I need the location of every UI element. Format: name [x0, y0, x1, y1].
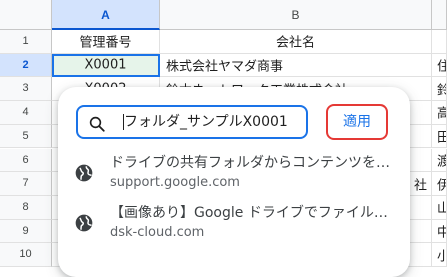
row-header[interactable]: 10 — [0, 243, 52, 267]
cell-b[interactable]: 会社名 — [160, 30, 432, 54]
cell-c[interactable] — [432, 30, 447, 54]
row-header[interactable]: 4 — [0, 101, 52, 125]
search-result-1[interactable]: ドライブの共有フォルダからコンテンツを削除する support.google.c… — [74, 153, 394, 201]
result-title[interactable]: 【画像あり】Google ドライブでファイルを共有する方法 — [110, 203, 394, 223]
result-title[interactable]: ドライブの共有フォルダからコンテンツを削除する — [110, 153, 394, 173]
row-header[interactable]: 9 — [0, 219, 52, 244]
row-header[interactable]: 7 — [0, 172, 52, 196]
apply-button[interactable]: 適用 — [326, 104, 388, 140]
row-header[interactable]: 3 — [0, 77, 52, 102]
cell-a-text: 管理番号 — [79, 35, 132, 51]
row-header[interactable]: 6 — [0, 148, 52, 173]
cell-c[interactable]: 高 — [432, 101, 447, 125]
result-url: support.google.com — [110, 175, 240, 190]
cell-a[interactable]: 管理番号 — [52, 30, 160, 54]
column-header-b[interactable]: B — [160, 0, 432, 30]
cell-a-text: X0001 — [84, 57, 127, 73]
row-header[interactable]: 8 — [0, 195, 52, 220]
cell-a[interactable]: X0001 — [52, 53, 160, 78]
cell-c[interactable]: 住 — [432, 53, 447, 78]
cell-c-text: 中 — [437, 221, 446, 240]
cell-b-text: 社 — [413, 178, 427, 194]
search-icon — [89, 116, 105, 132]
cell-b-text: 会社名 — [275, 35, 315, 51]
search-result-2[interactable]: 【画像あり】Google ドライブでファイルを共有する方法 dsk-cloud.… — [74, 203, 394, 251]
cell-c[interactable]: 鈴 — [432, 77, 447, 102]
cell-c[interactable]: 伊 — [432, 172, 447, 196]
cell-c-text: 高 — [437, 103, 446, 122]
result-url: dsk-cloud.com — [110, 225, 205, 240]
link-search-popup: フォルダ_サンプルX0001 適用 ドライブの共有フォルダからコンテンツを削除す… — [58, 87, 410, 277]
cell-c-text: 渡 — [437, 150, 446, 169]
column-header-a[interactable]: A — [52, 0, 160, 30]
cell-c[interactable]: 山 — [432, 195, 447, 220]
cell-c-text: 山 — [437, 198, 446, 217]
cell-b-text: 株式会社ヤマダ商事 — [166, 59, 284, 75]
cell-c[interactable]: 小 — [432, 243, 447, 267]
cell-c[interactable]: 中 — [432, 219, 447, 244]
cell-c-text: 田 — [437, 127, 446, 146]
cell-c-text: 小 — [437, 245, 446, 264]
cell-c[interactable]: 渡 — [432, 148, 447, 173]
cell-c-text: 伊 — [437, 174, 446, 193]
globe-icon — [75, 164, 93, 182]
cell-c-text: 住 — [437, 56, 446, 75]
column-header-c[interactable] — [432, 0, 447, 30]
cell-c[interactable]: 田 — [432, 124, 447, 149]
cell-b[interactable]: 株式会社ヤマダ商事 — [160, 53, 432, 78]
link-search-input[interactable]: フォルダ_サンプルX0001 — [76, 105, 308, 139]
search-input-value: フォルダ_サンプルX0001 — [123, 114, 288, 130]
cell-c-text: 鈴 — [437, 79, 446, 98]
row-header[interactable]: 1 — [0, 30, 52, 54]
row-header[interactable]: 5 — [0, 124, 52, 149]
globe-icon — [75, 214, 93, 232]
row-header[interactable]: 2 — [0, 53, 52, 78]
select-all-corner[interactable] — [0, 0, 52, 30]
